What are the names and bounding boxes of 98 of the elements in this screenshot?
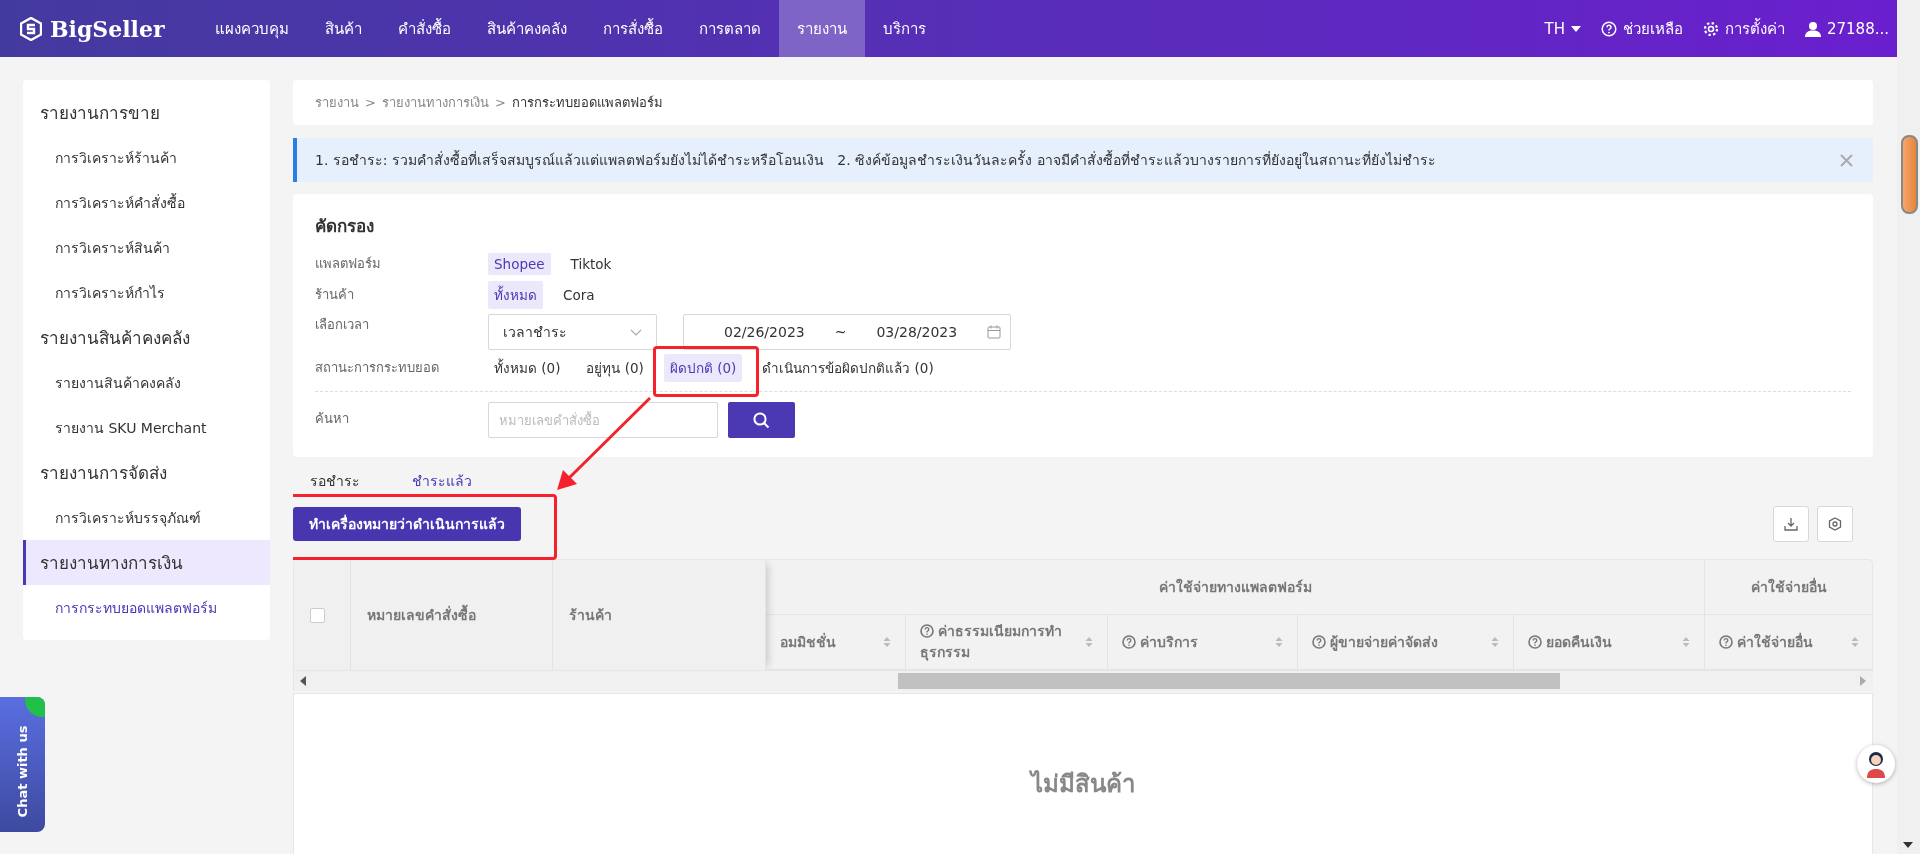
scroll-right-icon[interactable]: [1859, 676, 1867, 686]
help-icon: [1528, 634, 1542, 649]
nav-item[interactable]: การสั่งซื้อ: [584, 0, 681, 57]
sidebar-item[interactable]: การกระทบยอดแพลตฟอร์ม: [23, 585, 270, 630]
caret-icon: [1570, 25, 1581, 32]
empty-message: ไม่มีสินค้า: [1031, 769, 1135, 800]
help-icon: [1719, 634, 1733, 649]
filter-option[interactable]: ทั้งหมด (0): [488, 353, 567, 382]
sidebar-item[interactable]: การวิเคราะห์บรรจุภัณฑ์: [23, 495, 270, 540]
filter-option[interactable]: อยู่ทุน (0): [580, 353, 650, 382]
sort-icon[interactable]: [1085, 636, 1093, 648]
language-selector[interactable]: TH: [1544, 19, 1581, 38]
settings-icon[interactable]: [1702, 20, 1719, 37]
sort-icon[interactable]: [1851, 636, 1859, 648]
alert-text: 1. รอชำระ: รวมคำสั่งซื้อที่เสร็จสมบูรณ์แล้วแต่แพลตฟอร์มยังไม่ได้ชำระหรือโอนเงิน 2. ซิงค์ข้อมูลชำระเงินวันละครั้ง อาจมีคำสั่งซื้อที่ชำระแล้วบางรายการที่ยังอยู่ในสถานะที่ยังไม่ชำระ: [315, 149, 1436, 171]
sidebar-item[interactable]: การวิเคราะห์สินค้า: [23, 225, 270, 270]
select-all-checkbox[interactable]: [310, 607, 325, 623]
column-header: ค่าธรรมเนียมการทำธุรกรรม: [920, 622, 1063, 663]
filter-title: คัดกรอง: [315, 215, 374, 238]
search-button[interactable]: [728, 402, 795, 438]
export-button[interactable]: [1773, 506, 1809, 542]
sidebar-item[interactable]: การวิเคราะห์คำสั่งซื้อ: [23, 180, 270, 225]
column-header: หมายเลขคำสั่งซื้อ: [367, 604, 476, 626]
logo-text: BigSeller: [50, 15, 165, 42]
nav-item[interactable]: แผงควบคุม: [196, 0, 307, 57]
filter-option[interactable]: ดำเนินการข้อผิดปกติแล้ว (0): [756, 353, 940, 382]
column-settings-button[interactable]: [1817, 506, 1853, 542]
column-header: ผู้ขายจ่ายค่าจัดส่ง: [1312, 631, 1438, 653]
nav-item[interactable]: บริการ: [864, 0, 944, 57]
filter-option[interactable]: ทั้งหมด: [488, 280, 543, 309]
breadcrumb-separator: >: [494, 95, 506, 110]
sort-icon[interactable]: [883, 636, 891, 648]
chat-tab-label[interactable]: Chat with us: [15, 725, 30, 818]
user-icon[interactable]: [1804, 20, 1821, 37]
filter-label: สถานะการกระทบยอด: [315, 359, 440, 377]
column-header: ร้านค้า: [569, 606, 612, 625]
search-icon: [753, 411, 770, 429]
nav-item[interactable]: การตลาด: [680, 0, 779, 57]
help-icon: [1122, 634, 1136, 649]
filter-label: ค้นหา: [315, 410, 350, 428]
breadcrumb-separator: >: [365, 95, 376, 110]
scroll-left-icon[interactable]: [299, 676, 307, 686]
tab[interactable]: ชำระแล้ว: [412, 470, 472, 494]
chevron-down-icon: [630, 328, 642, 336]
horizontal-scrollbar[interactable]: [293, 671, 1873, 691]
time-type-select[interactable]: เวลาชำระ: [488, 314, 657, 350]
logo-icon: [20, 16, 42, 41]
breadcrumb-item[interactable]: รายงาน: [315, 92, 359, 113]
tab[interactable]: รอชำระ: [310, 470, 360, 494]
help-icon: [920, 624, 934, 638]
sidebar-item[interactable]: การวิเคราะห์ร้านค้า: [23, 135, 270, 180]
breadcrumb-item: การกระทบยอดแพลตฟอร์ม: [511, 94, 663, 112]
mark-processed-button[interactable]: ทำเครื่องหมายว่าดำเนินการแล้ว: [293, 507, 521, 541]
sidebar-group[interactable]: รายงานการจัดส่ง: [23, 450, 270, 495]
hexagon-icon: [1828, 517, 1842, 531]
settings-link[interactable]: การตั้งค่า: [1724, 16, 1785, 41]
column-header: ค่าบริการ: [1122, 631, 1198, 653]
sidebar-item[interactable]: การวิเคราะห์กำไร: [23, 270, 270, 315]
assistant-avatar[interactable]: [1857, 745, 1895, 783]
scroll-down-icon[interactable]: [1903, 842, 1913, 848]
help-link[interactable]: ช่วยเหลือ: [1622, 16, 1683, 41]
sort-icon[interactable]: [1491, 636, 1499, 648]
nav-item[interactable]: สินค้าคงคลัง: [468, 0, 585, 57]
sidebar-item[interactable]: รายงานสินค้าคงคลัง: [23, 360, 270, 405]
sort-icon[interactable]: [1275, 636, 1283, 648]
column-header: ยอดคืนเงิน: [1528, 631, 1612, 653]
sidebar-group[interactable]: รายงานการขาย: [23, 90, 270, 135]
column-group-header: ค่าใช้จ่ายทางแพลตฟอร์ม: [1158, 577, 1312, 597]
column-header: ค่าใช้จ่ายอื่น: [1719, 631, 1813, 653]
nav-item[interactable]: รายงาน: [778, 0, 865, 57]
date-range-field[interactable]: 02/26/2023 ~ 03/28/2023: [683, 314, 1011, 350]
sidebar-group[interactable]: รายงานสินค้าคงคลัง: [23, 315, 270, 360]
calendar-icon: [987, 325, 1002, 339]
filter-option[interactable]: Tiktok: [564, 252, 618, 275]
column-header: อมมิชชั่น: [780, 631, 836, 652]
filter-option[interactable]: ผิดปกติ (0): [663, 353, 743, 382]
sort-icon[interactable]: [1682, 636, 1690, 648]
download-icon: [1784, 517, 1798, 531]
sidebar-group[interactable]: รายงานทางการเงิน: [23, 540, 270, 585]
scrollbar-thumb[interactable]: [898, 673, 1560, 689]
close-icon[interactable]: [1840, 153, 1853, 167]
help-icon: [1312, 634, 1326, 649]
filter-option[interactable]: Cora: [557, 283, 601, 306]
nav-item[interactable]: คำสั่งซื้อ: [379, 0, 469, 57]
filter-label: แพลตฟอร์ม: [315, 255, 382, 273]
filter-option[interactable]: Shopee: [488, 252, 551, 275]
scrollbar-thumb[interactable]: [1901, 135, 1918, 214]
nav-item[interactable]: สินค้า: [306, 0, 380, 57]
chat-tab[interactable]: Chat with us: [0, 697, 45, 832]
filter-label: ร้านค้า: [315, 286, 355, 304]
filter-label: เลือกเวลา: [315, 316, 370, 334]
sidebar-item[interactable]: รายงาน SKU Merchant: [23, 405, 270, 450]
user-name[interactable]: 27188...: [1826, 19, 1889, 38]
person-icon: [1864, 750, 1888, 778]
column-group-header: ค่าใช้จ่ายอื่น: [1751, 576, 1827, 597]
help-icon[interactable]: [1600, 20, 1617, 37]
breadcrumb-item[interactable]: รายงานทางการเงิน: [381, 92, 489, 113]
order-number-field[interactable]: หมายเลขคำสั่งซื้อ: [488, 402, 718, 438]
